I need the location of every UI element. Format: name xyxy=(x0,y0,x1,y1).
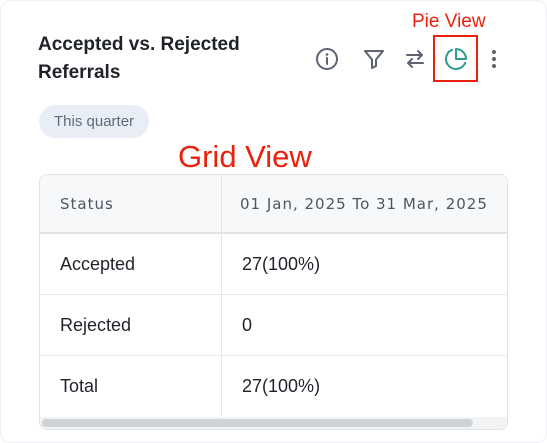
widget-title: Accepted vs. Rejected Referrals xyxy=(38,34,240,83)
count-value: 27 xyxy=(242,253,263,274)
table-row: Accepted 27 (100%) xyxy=(40,234,507,295)
table-row: Rejected 0 xyxy=(40,295,507,356)
pie-view-annotation: Pie View xyxy=(412,11,486,32)
table-row: Total 27 (100%) xyxy=(40,356,507,417)
grid-view-annotation: Grid View xyxy=(178,139,312,174)
filter-icon[interactable] xyxy=(360,41,388,77)
status-cell: Total xyxy=(40,356,222,417)
scrollbar-thumb[interactable] xyxy=(42,419,473,427)
referrals-widget: Accepted vs. Rejected Referrals Pie View xyxy=(0,0,547,443)
swap-icon[interactable] xyxy=(401,41,429,77)
status-cell: Accepted xyxy=(40,234,222,294)
period-chip[interactable]: This quarter xyxy=(39,105,150,138)
count-value: 0 xyxy=(242,314,253,335)
count-cell: 27 (100%) xyxy=(222,356,507,417)
horizontal-scrollbar[interactable] xyxy=(40,417,507,429)
header-status: Status xyxy=(40,175,222,232)
info-icon[interactable] xyxy=(313,41,341,77)
table-header-row: Status 01 Jan, 2025 To 31 Mar, 2025 xyxy=(40,175,507,234)
count-cell: 27 (100%) xyxy=(222,234,507,294)
header-date-range: 01 Jan, 2025 To 31 Mar, 2025 xyxy=(240,194,488,213)
count-cell: 0 xyxy=(222,295,507,355)
status-cell: Rejected xyxy=(40,295,222,355)
pie-view-highlight-box xyxy=(433,35,478,82)
referrals-grid-table: Status 01 Jan, 2025 To 31 Mar, 2025 Acce… xyxy=(39,174,508,430)
more-vertical-icon[interactable] xyxy=(480,41,508,77)
percent-value: (100%) xyxy=(262,253,321,274)
count-value: 27 xyxy=(242,376,263,396)
percent-value: (100%) xyxy=(262,376,321,396)
